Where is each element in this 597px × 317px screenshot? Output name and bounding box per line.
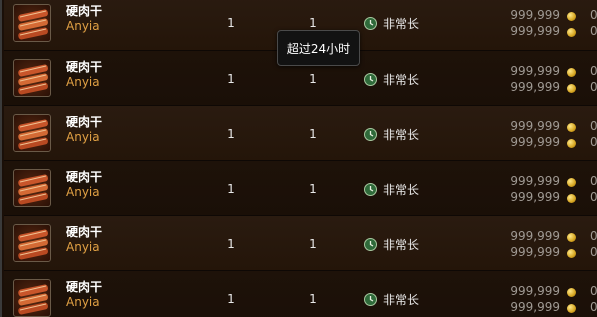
quantity: 1: [227, 127, 235, 141]
bid-price-gold: 999,999: [510, 284, 560, 298]
buyout-price-gold: 999,999: [510, 300, 560, 314]
duration-tooltip: 超过24小时: [277, 30, 360, 66]
bid-price-copper: 0: [590, 229, 597, 243]
seller-name: Anyia: [66, 185, 100, 199]
jerky-meat-icon[interactable]: [13, 4, 51, 42]
item-name: 硬肉干: [66, 60, 103, 74]
auction-row[interactable]: 硬肉干 Anyia 1 1 非常长 999,999 0 999,999 0: [4, 270, 597, 317]
stack-count: 1: [309, 182, 317, 196]
seller-name: Anyia: [66, 295, 100, 309]
gold-coin-icon: [567, 123, 576, 132]
stack-count: 1: [309, 127, 317, 141]
auction-list-panel: 硬肉干 Anyia 1 1 非常长 999,999 0 999,999 0 硬肉…: [0, 0, 597, 317]
quantity: 1: [227, 16, 235, 30]
bid-price-gold: 999,999: [510, 229, 560, 243]
auction-row[interactable]: 硬肉干 Anyia 1 1 非常长 999,999 0 999,999 0: [4, 160, 597, 215]
green-clock-icon: [364, 73, 377, 86]
gold-coin-icon: [567, 68, 576, 77]
quantity: 1: [227, 292, 235, 306]
item-name: 硬肉干: [66, 4, 103, 18]
bid-price-gold: 999,999: [510, 174, 560, 188]
buyout-price-gold: 999,999: [510, 245, 560, 259]
buyout-price-gold: 999,999: [510, 135, 560, 149]
stack-count: 1: [309, 16, 317, 30]
duration-label: 非常长: [383, 17, 420, 31]
jerky-meat-icon[interactable]: [13, 224, 51, 262]
seller-name: Anyia: [66, 130, 100, 144]
bid-price-copper: 0: [590, 64, 597, 78]
quantity: 1: [227, 237, 235, 251]
duration-label: 非常长: [383, 238, 420, 252]
bid-price-copper: 0: [590, 284, 597, 298]
bid-price-gold: 999,999: [510, 119, 560, 133]
green-clock-icon: [364, 238, 377, 251]
stack-count: 1: [309, 237, 317, 251]
stack-count: 1: [309, 72, 317, 86]
green-clock-icon: [364, 293, 377, 306]
buyout-price-gold: 999,999: [510, 80, 560, 94]
item-name: 硬肉干: [66, 170, 103, 184]
duration-label: 非常长: [383, 183, 420, 197]
green-clock-icon: [364, 128, 377, 141]
item-name: 硬肉干: [66, 280, 103, 294]
buyout-price-copper: 0: [590, 190, 597, 204]
seller-name: Anyia: [66, 240, 100, 254]
gold-coin-icon: [567, 233, 576, 242]
buyout-price-copper: 0: [590, 300, 597, 314]
auction-row[interactable]: 硬肉干 Anyia 1 1 非常长 999,999 0 999,999 0: [4, 105, 597, 160]
item-name: 硬肉干: [66, 225, 103, 239]
buyout-price-copper: 0: [590, 24, 597, 38]
green-clock-icon: [364, 17, 377, 30]
stack-count: 1: [309, 292, 317, 306]
duration-label: 非常长: [383, 73, 420, 87]
jerky-meat-icon[interactable]: [13, 169, 51, 207]
quantity: 1: [227, 72, 235, 86]
bid-price-gold: 999,999: [510, 8, 560, 22]
bid-price-copper: 0: [590, 119, 597, 133]
buyout-price-copper: 0: [590, 135, 597, 149]
green-clock-icon: [364, 183, 377, 196]
bid-price-copper: 0: [590, 174, 597, 188]
quantity: 1: [227, 182, 235, 196]
buyout-price-copper: 0: [590, 80, 597, 94]
jerky-meat-icon[interactable]: [13, 279, 51, 317]
jerky-meat-icon[interactable]: [13, 114, 51, 152]
auction-row[interactable]: 硬肉干 Anyia 1 1 非常长 999,999 0 999,999 0: [4, 215, 597, 270]
gold-coin-icon: [567, 12, 576, 21]
jerky-meat-icon[interactable]: [13, 59, 51, 97]
buyout-price-gold: 999,999: [510, 24, 560, 38]
duration-label: 非常长: [383, 128, 420, 142]
bid-price-gold: 999,999: [510, 64, 560, 78]
gold-coin-icon: [567, 194, 576, 203]
tooltip-text: 超过24小时: [286, 41, 351, 56]
item-name: 硬肉干: [66, 115, 103, 129]
gold-coin-icon: [567, 249, 576, 258]
buyout-price-copper: 0: [590, 245, 597, 259]
bid-price-copper: 0: [590, 8, 597, 22]
seller-name: Anyia: [66, 19, 100, 33]
gold-coin-icon: [567, 28, 576, 37]
gold-coin-icon: [567, 178, 576, 187]
buyout-price-gold: 999,999: [510, 190, 560, 204]
gold-coin-icon: [567, 304, 576, 313]
gold-coin-icon: [567, 84, 576, 93]
gold-coin-icon: [567, 288, 576, 297]
gold-coin-icon: [567, 139, 576, 148]
duration-label: 非常长: [383, 293, 420, 307]
seller-name: Anyia: [66, 75, 100, 89]
